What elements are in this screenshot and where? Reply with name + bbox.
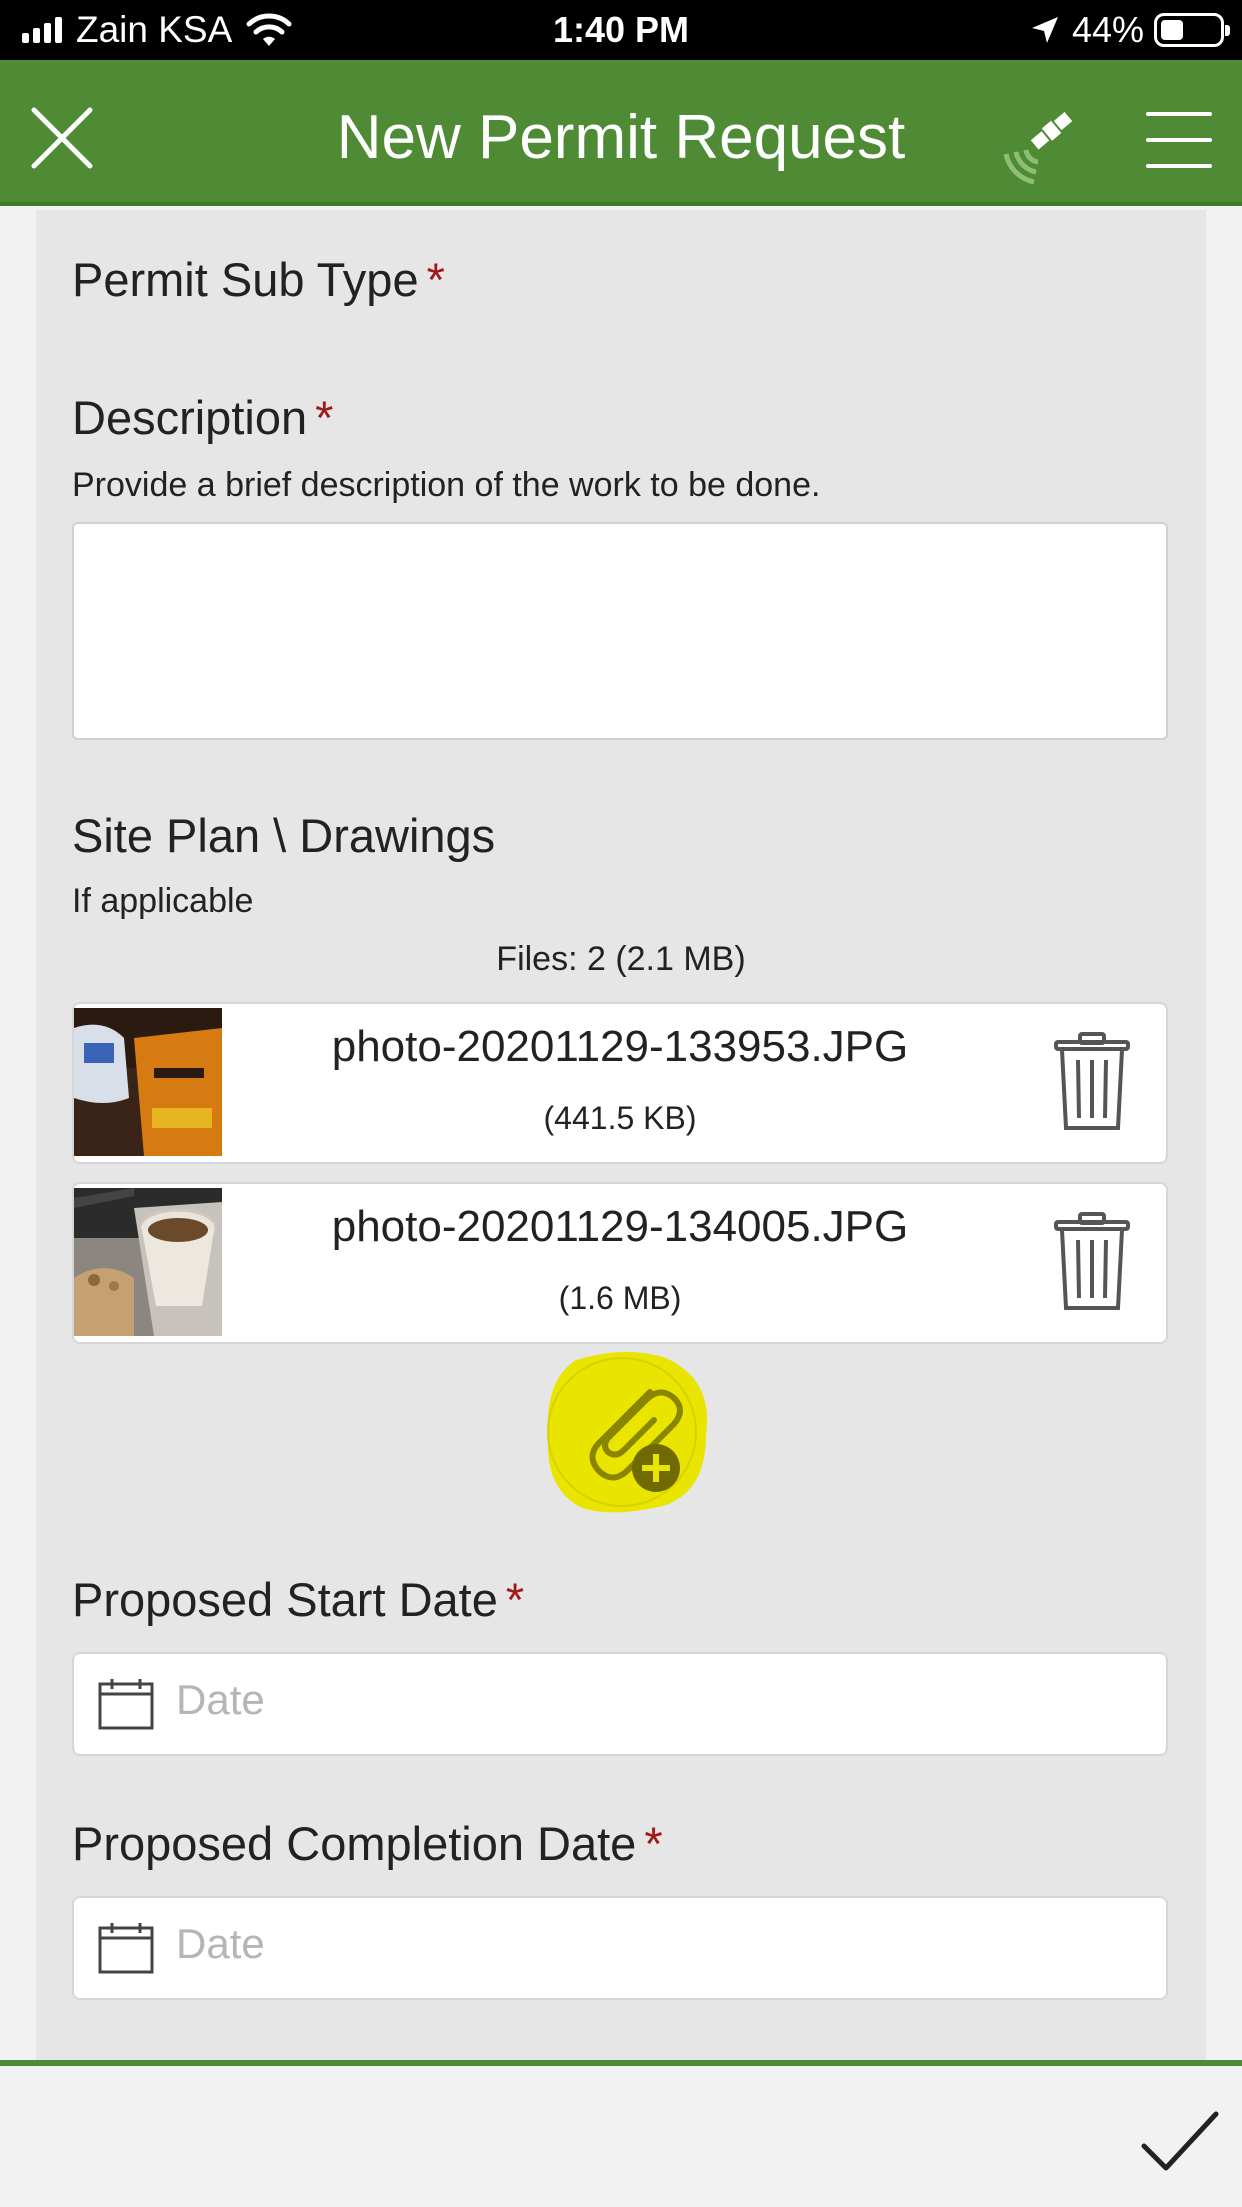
required-marker: * (505, 1573, 525, 1626)
status-right: 44% (1030, 8, 1230, 52)
calendar-icon (98, 1923, 154, 1974)
date-placeholder: Date (176, 1676, 265, 1723)
start-date-input[interactable]: Date (72, 1652, 1168, 1756)
attachment-file-name: photo-20201129-134005.JPG (331, 1202, 909, 1251)
app-header: New Permit Request (0, 60, 1242, 206)
calendar-icon (98, 1679, 154, 1730)
description-label: Description * (72, 391, 334, 444)
site-plan-hint: If applicable (72, 882, 254, 920)
description-textarea[interactable] (72, 522, 1168, 740)
battery-percentage: 44% (1071, 9, 1144, 50)
satellite-gps-icon[interactable] (998, 96, 1088, 186)
attachment-file-name: photo-20201129-133953.JPG (331, 1022, 909, 1071)
files-summary: Files: 2 (2.1 MB) (496, 940, 746, 978)
status-bar: Zain KSA 1:40 PM 44% (0, 0, 1242, 60)
permit-form: Permit Sub Type * Description * Provide a … (36, 210, 1206, 2060)
trash-icon[interactable] (1054, 1032, 1130, 1132)
required-marker: * (315, 391, 334, 444)
attachment-file-size: (441.5 KB) (543, 1100, 697, 1136)
date-placeholder: Date (176, 1920, 265, 1967)
battery-icon (1154, 13, 1230, 47)
attachment-row[interactable]: photo-20201129-134005.JPG (1.6 MB) (72, 1182, 1168, 1344)
trash-icon[interactable] (1054, 1212, 1130, 1312)
add-attachment-icon[interactable] (536, 1340, 716, 1520)
required-marker: * (644, 1817, 663, 1870)
attachment-thumbnail[interactable] (74, 1008, 222, 1156)
hamburger-menu-icon[interactable] (1146, 110, 1216, 170)
description-hint: Provide a brief description of the work … (72, 466, 821, 504)
attachment-thumbnail[interactable] (74, 1188, 222, 1336)
site-plan-label: Site Plan \ Drawings (72, 809, 496, 862)
completion-date-label: Proposed Completion Date * (72, 1817, 663, 1870)
start-date-label: Proposed Start Date * (72, 1573, 525, 1626)
permit-sub-type-label: Permit Sub Type * (72, 253, 445, 306)
attachment-row[interactable]: photo-20201129-133953.JPG (441.5 KB) (72, 1002, 1168, 1164)
completion-date-input[interactable]: Date (72, 1896, 1168, 2000)
attachment-file-size: (1.6 MB) (558, 1280, 682, 1316)
form-footer (0, 2060, 1242, 2207)
location-arrow-icon (1031, 17, 1058, 43)
required-marker: * (426, 253, 445, 306)
checkmark-submit-icon[interactable] (1140, 2106, 1220, 2176)
